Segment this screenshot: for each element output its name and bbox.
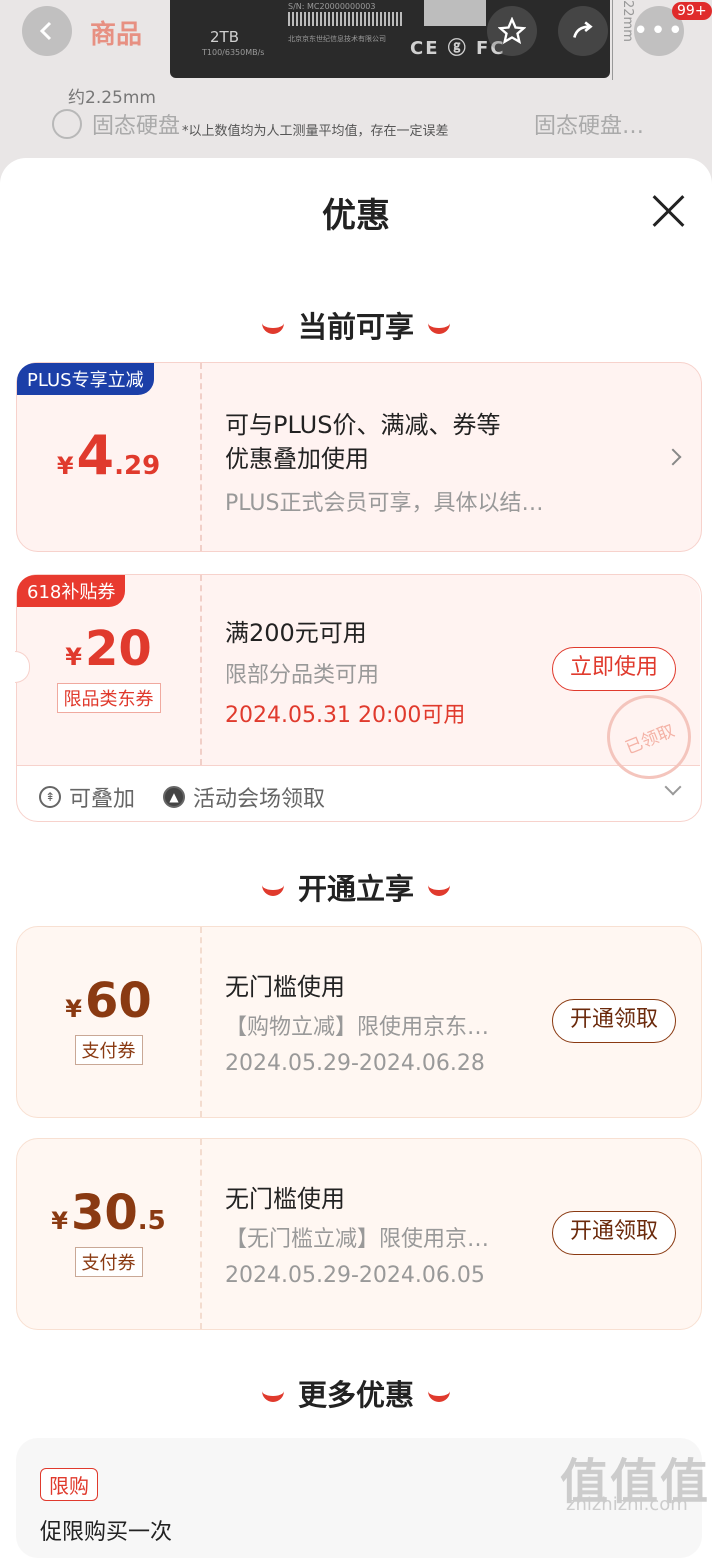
smile-icon (428, 1385, 450, 1402)
ssd-speed: T100/6350MB/s (202, 48, 265, 57)
coupon-desc: 限部分品类可用 (225, 663, 380, 688)
amount-integer: 20 (84, 621, 152, 677)
back-button[interactable] (22, 6, 72, 56)
stackable-label: 可叠加 (69, 787, 136, 812)
currency-symbol: ¥ (56, 452, 74, 480)
card-divider (200, 363, 202, 551)
card-divider (200, 575, 202, 765)
ssd-serial: S/N: MC20000000003 (288, 2, 376, 11)
measurement-note: *以上数值均为人工测量平均值，存在一定误差 (182, 124, 449, 139)
size-label: 约2.25mm (68, 88, 156, 108)
plus-discount-card[interactable]: PLUS专享立减 ¥ 4 .29 可与PLUS价、满减、券等 优惠叠加使用 PL… (16, 362, 702, 552)
coupon-type: 限品类东券 (56, 683, 161, 713)
back-arrow-icon (39, 21, 52, 41)
amount-integer: 30 (70, 1185, 138, 1241)
card-divider (200, 1139, 202, 1329)
venue-icon: ▲ (163, 786, 185, 808)
qr-code (424, 0, 486, 26)
currency-symbol: ¥ (65, 643, 82, 671)
close-icon[interactable] (650, 192, 688, 230)
stack-icon: ⇞ (39, 786, 61, 808)
smile-icon (428, 317, 450, 334)
coupon-footer: ⇞ 可叠加 ▲ 活动会场领取 (17, 767, 703, 823)
tab-product[interactable]: 商品 (90, 14, 142, 51)
section-more-title: 更多优惠 (297, 1378, 414, 1412)
card-divider (200, 927, 202, 1117)
sheet-title: 优惠 (322, 196, 390, 236)
star-icon (498, 17, 526, 45)
currency-symbol: ¥ (65, 995, 82, 1023)
plus-tag: PLUS专享立减 (17, 363, 154, 395)
venue-label: 活动会场领取 (193, 787, 326, 812)
coupon-title: 无门槛使用 (225, 1185, 345, 1213)
product-image: 2TB T100/6350MB/s S/N: MC20000000003 北京京… (170, 0, 610, 78)
use-now-button[interactable]: 立即使用 (552, 647, 676, 691)
amount-integer: 4 (76, 424, 115, 487)
payment-coupon-60: ¥ 60 支付券 无门槛使用 【购物立减】限使用京东… 2024.05.29-2… (16, 926, 702, 1118)
limit-tag: 限购 (40, 1468, 98, 1501)
ssd-maker: 北京京东世纪信息技术有限公司 (288, 35, 386, 43)
search-icon (52, 109, 82, 139)
chevron-down-icon[interactable] (664, 778, 682, 796)
open-claim-button[interactable]: 开通领取 (552, 1211, 676, 1255)
plus-title-2: 优惠叠加使用 (225, 445, 369, 473)
plus-title: 可与PLUS价、满减、券等 (225, 411, 501, 439)
smile-icon (261, 879, 284, 896)
coupon-time: 2024.05.29-2024.06.28 (225, 1051, 485, 1076)
coupon-amount: ¥ 60 支付券 (17, 977, 200, 1065)
search-suggestion-text: 固态硬盘 (92, 114, 181, 139)
subsidy-coupon-card: 618补贴券 ¥ 20 限品类东券 满200元可用 限部分品类可用 2024.0… (15, 574, 704, 823)
search-suggestion[interactable]: 固态硬盘 (52, 108, 180, 140)
coupon-type: 支付券 (74, 1035, 143, 1065)
subsidy-tag: 618补贴券 (17, 575, 126, 607)
barcode (288, 12, 404, 26)
coupon-amount: ¥ 30 .5 支付券 (17, 1189, 200, 1277)
venue-item: ▲ 活动会场领取 (163, 781, 325, 813)
more-text: 促限购买一次 (40, 1520, 173, 1545)
section-open: 开通立享 (0, 866, 712, 908)
section-more: 更多优惠 (0, 1372, 712, 1414)
favorite-button[interactable] (487, 6, 537, 56)
open-claim-button[interactable]: 开通领取 (552, 999, 676, 1043)
coupon-desc: 【购物立减】限使用京东… (225, 1015, 490, 1040)
share-icon (573, 21, 593, 38)
subsidy-amount: ¥ 20 限品类东券 (17, 625, 200, 713)
coupon-body: 618补贴券 ¥ 20 限品类东券 满200元可用 限部分品类可用 2024.0… (15, 575, 704, 792)
discount-sheet: 优惠 当前可享 PLUS专享立减 ¥ 4 .29 可与PLUS价、满减、券等 优… (0, 158, 712, 1558)
amount-integer: 60 (84, 973, 152, 1029)
coupon-title: 满200元可用 (225, 619, 367, 647)
coupon-time: 2024.05.29-2024.06.05 (225, 1263, 485, 1288)
smile-icon (261, 1385, 284, 1402)
plus-desc: PLUS正式会员可享，具体以结… (225, 491, 544, 516)
amount-decimal: .29 (114, 451, 161, 481)
dimension-line (612, 0, 613, 80)
section-current: 当前可享 (0, 304, 712, 346)
amount-decimal: .5 (137, 1206, 166, 1236)
coupon-time: 2024.05.31 20:00可用 (225, 703, 466, 728)
more-dots-icon: ••• (633, 16, 686, 46)
watermark-url: zhizhizhi.com (566, 1494, 688, 1515)
plus-amount: ¥ 4 .29 (17, 429, 200, 483)
smile-icon (261, 317, 284, 334)
coupon-type: 支付券 (74, 1247, 143, 1277)
currency-symbol: ¥ (51, 1207, 68, 1235)
coupon-desc: 【无门槛立减】限使用京… (225, 1227, 490, 1252)
chevron-right-icon (664, 448, 682, 466)
section-current-title: 当前可享 (297, 310, 414, 344)
ssd-capacity: 2TB (210, 28, 239, 46)
smile-icon (428, 879, 450, 896)
search-suggestion-right[interactable]: 固态硬盘… (534, 108, 644, 140)
section-open-title: 开通立享 (297, 872, 414, 906)
stackable-item: ⇞ 可叠加 (39, 781, 135, 813)
cart-badge: 99+ (672, 2, 712, 20)
coupon-title: 无门槛使用 (225, 973, 345, 1001)
share-button[interactable] (558, 6, 608, 56)
payment-coupon-30: ¥ 30 .5 支付券 无门槛使用 【无门槛立减】限使用京… 2024.05.2… (16, 1138, 702, 1330)
